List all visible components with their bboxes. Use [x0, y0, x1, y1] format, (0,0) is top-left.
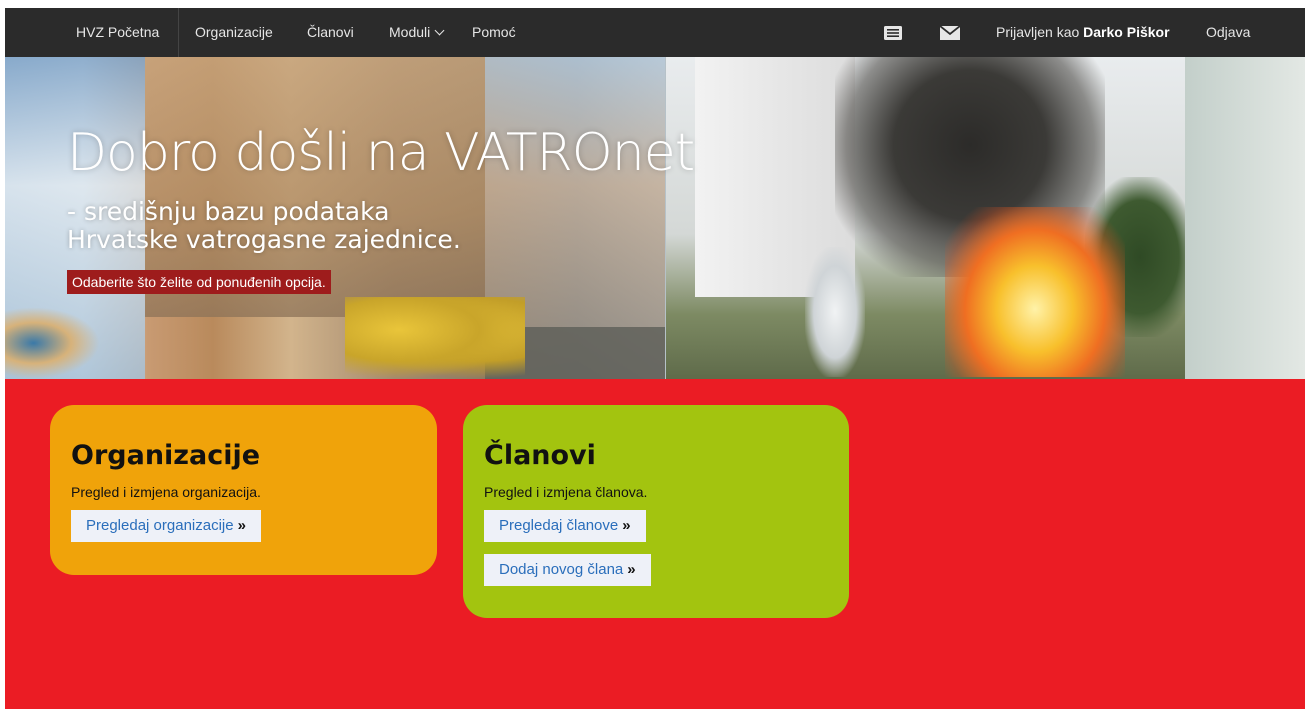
hero-image-firefighter-mask	[5, 307, 100, 379]
hero-image-fire	[945, 207, 1125, 377]
view-members-button[interactable]: Pregledaj članove»	[484, 510, 646, 542]
hero-banner: Dobro došli na VATROnet - središnju bazu…	[5, 57, 1305, 379]
logout-link[interactable]: Odjava	[1206, 8, 1250, 57]
nav-modules-dropdown[interactable]: Moduli	[389, 8, 445, 57]
add-member-label: Dodaj novog člana	[499, 561, 624, 578]
main-content: Organizacije Pregled i izmjena organizac…	[5, 379, 1305, 709]
view-members-label: Pregledaj članove	[499, 517, 619, 534]
members-card-description: Pregled i izmjena članova.	[484, 484, 648, 500]
nav-organizations-link[interactable]: Organizacije	[195, 8, 273, 57]
news-icon[interactable]	[883, 8, 903, 57]
add-member-button[interactable]: Dodaj novog člana»	[484, 554, 651, 586]
hero-image-firefighter-suit	[805, 247, 865, 377]
hero-title: Dobro došli na VATROnet	[67, 123, 695, 183]
arrow-right-icon: »	[237, 517, 246, 534]
nav-modules-label: Moduli	[389, 24, 431, 40]
hero-subtitle-line2: Hrvatske vatrogasne zajednice.	[67, 225, 461, 254]
arrow-right-icon: »	[622, 517, 631, 534]
hero-instruction-note: Odaberite što želite od ponuđenih opcija…	[67, 270, 331, 294]
chevron-down-icon	[434, 25, 445, 36]
organizations-card: Organizacije Pregled i izmjena organizac…	[50, 405, 437, 575]
hero-image-hazmat-suits	[345, 297, 525, 379]
members-card: Članovi Pregled i izmjena članova. Pregl…	[463, 405, 849, 618]
organizations-card-description: Pregled i izmjena organizacija.	[71, 484, 261, 500]
view-organizations-label: Pregledaj organizacije	[86, 517, 234, 534]
hero-subtitle: - središnju bazu podataka Hrvatske vatro…	[67, 198, 461, 254]
view-organizations-button[interactable]: Pregledaj organizacije»	[71, 510, 261, 542]
hero-subtitle-line1: - središnju bazu podataka	[67, 197, 390, 226]
nav-help-link[interactable]: Pomoć	[472, 8, 516, 57]
logged-in-status: Prijavljen kao Darko Piškor	[996, 8, 1170, 57]
top-nav: HVZ Početna Organizacije Članovi Moduli …	[5, 8, 1305, 57]
nav-home-link[interactable]: HVZ Početna	[76, 8, 159, 57]
members-card-title: Članovi	[484, 440, 596, 471]
nav-members-link[interactable]: Članovi	[307, 8, 354, 57]
organizations-card-title: Organizacije	[71, 440, 261, 471]
hero-image-right-panel	[1185, 57, 1305, 379]
mail-icon[interactable]	[940, 8, 960, 57]
arrow-right-icon: »	[627, 561, 636, 578]
username[interactable]: Darko Piškor	[1083, 24, 1169, 40]
logged-in-prefix: Prijavljen kao	[996, 24, 1080, 40]
nav-divider	[178, 8, 179, 57]
